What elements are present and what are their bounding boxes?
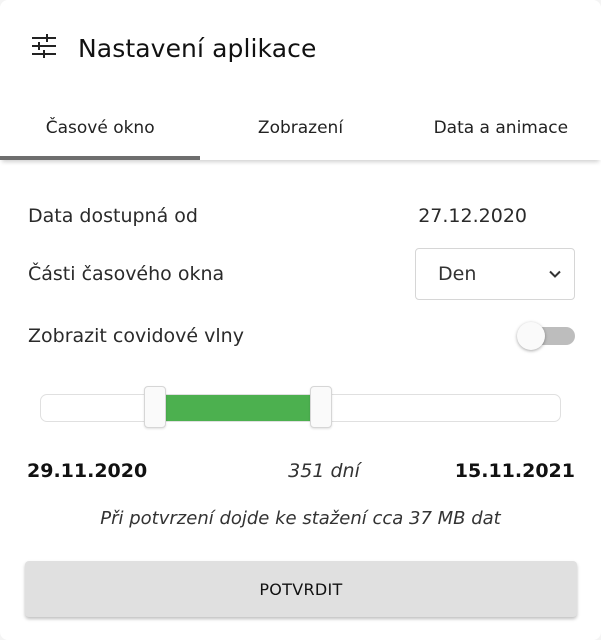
chevron-down-icon	[549, 270, 561, 278]
covid-waves-label: Zobrazit covidové vlny	[28, 325, 244, 347]
date-range-slider[interactable]	[40, 386, 561, 428]
slider-end-handle[interactable]	[310, 386, 333, 428]
tune-sliders-icon	[30, 32, 58, 64]
toggle-knob	[517, 322, 545, 350]
window-parts-label: Části časového okna	[28, 263, 225, 285]
dialog-header: Nastavení aplikace	[30, 30, 316, 66]
range-end-date: 15.11.2021	[454, 460, 575, 482]
dialog-title: Nastavení aplikace	[78, 33, 317, 63]
window-parts-row: Části časového okna Den	[28, 247, 575, 301]
tab-data-animation[interactable]: Data a animace	[401, 96, 601, 160]
tab-time-window[interactable]: Časové okno	[0, 96, 201, 160]
tab-bar: Časové okno Zobrazení Data a animace	[0, 96, 601, 160]
available-from-label: Data dostupná od	[28, 205, 198, 227]
range-start-date: 29.11.2020	[27, 460, 148, 482]
download-note: Při potvrzení dojde ke stažení cca 37 MB…	[100, 508, 501, 529]
slider-start-handle[interactable]	[143, 386, 166, 428]
tab-display[interactable]: Zobrazení	[200, 96, 400, 160]
covid-waves-toggle[interactable]	[517, 322, 575, 350]
covid-waves-row: Zobrazit covidové vlny	[28, 320, 575, 352]
range-summary: 29.11.2020 351 dní 15.11.2021	[27, 456, 575, 486]
window-parts-select[interactable]: Den	[415, 248, 575, 300]
window-parts-selected-value: Den	[438, 263, 477, 285]
settings-dialog: Nastavení aplikace Časové okno Zobrazení…	[0, 0, 601, 640]
confirm-button[interactable]: POTVRDIT	[25, 561, 577, 617]
range-length: 351 dní	[288, 460, 360, 482]
available-from-row: Data dostupná od 27.12.2020	[28, 200, 575, 232]
slider-selected-range	[154, 395, 322, 421]
available-from-value: 27.12.2020	[418, 205, 527, 227]
